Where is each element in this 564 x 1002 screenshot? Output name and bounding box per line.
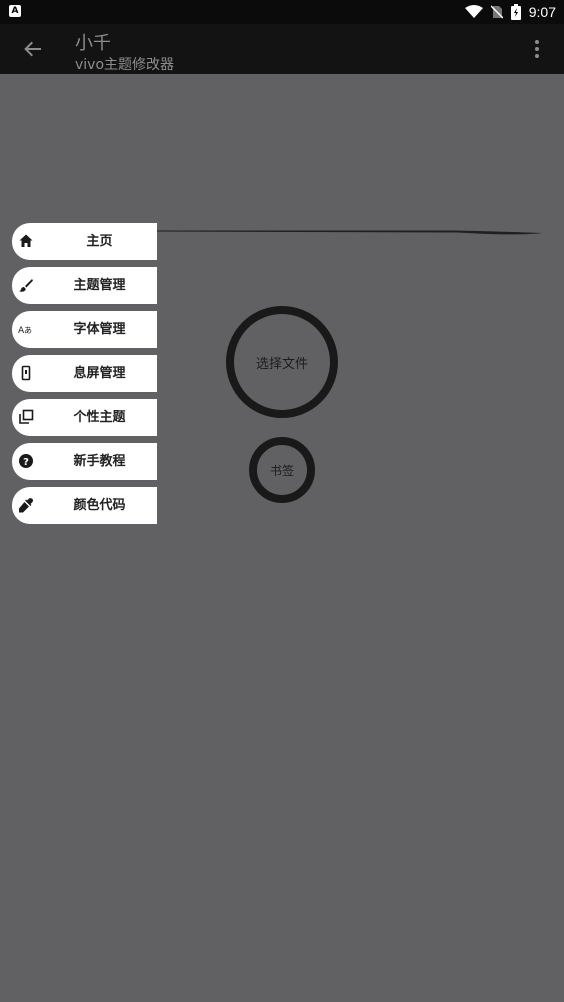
nav-item-home[interactable]: 主页 <box>12 223 157 260</box>
status-bar: A 9:07 <box>0 0 564 24</box>
app-bar: 小千 vivo主题修改器 <box>0 24 564 74</box>
nav-item-label: 个性主题 <box>73 410 126 425</box>
nav-item-label: 新手教程 <box>73 454 126 469</box>
notification-icon: A <box>9 5 21 17</box>
back-button[interactable] <box>20 36 46 62</box>
more-dot-icon <box>535 40 539 44</box>
status-icons: 9:07 <box>464 0 556 24</box>
home-icon <box>19 234 33 247</box>
nav-item-label: 颜色代码 <box>73 498 126 513</box>
phone-icon <box>21 365 31 381</box>
nav-item-label: 息屏管理 <box>73 366 126 381</box>
bookmark-label: 书签 <box>269 463 294 478</box>
arrow-back-icon <box>24 41 41 57</box>
nav-item-label: 主题管理 <box>73 278 126 293</box>
wifi-icon <box>464 5 483 18</box>
font-icon: Aあ <box>18 326 32 336</box>
svg-text:あ: あ <box>24 326 32 335</box>
nav-item-personal-theme[interactable]: 个性主题 <box>12 399 157 436</box>
nav-item-lockscreen-management[interactable]: 息屏管理 <box>12 355 157 392</box>
nav-item-beginner-tutorial[interactable]: ? 新手教程 <box>12 443 157 480</box>
app-subtitle: vivo主题修改器 <box>75 57 175 73</box>
svg-text:?: ? <box>23 457 29 468</box>
side-nav-menu: 主页 主题管理 Aあ 字体管理 息屏管理 个性主题 ? 新手教程 颜色代码 <box>12 223 157 531</box>
brush-icon <box>19 279 33 292</box>
nav-item-color-code[interactable]: 颜色代码 <box>12 487 157 524</box>
overflow-menu-button[interactable] <box>530 37 544 61</box>
help-icon: ? <box>19 454 33 468</box>
no-sim-icon <box>490 5 503 19</box>
nav-item-label: 字体管理 <box>73 322 126 337</box>
clock: 9:07 <box>528 4 556 20</box>
more-dot-icon <box>535 54 539 58</box>
select-file-button[interactable]: 选择文件 <box>226 306 338 418</box>
select-file-label: 选择文件 <box>255 356 308 372</box>
app-title: 小千 <box>75 33 111 54</box>
battery-icon <box>510 4 521 20</box>
copy-icon <box>19 409 34 424</box>
bookmark-button[interactable]: 书签 <box>249 437 315 503</box>
more-dot-icon <box>535 47 539 51</box>
nav-item-font-management[interactable]: Aあ 字体管理 <box>12 311 157 348</box>
decorative-divider <box>157 230 542 235</box>
nav-item-label: 主页 <box>86 234 113 249</box>
eyedropper-icon <box>19 498 33 513</box>
nav-item-theme-management[interactable]: 主题管理 <box>12 267 157 304</box>
